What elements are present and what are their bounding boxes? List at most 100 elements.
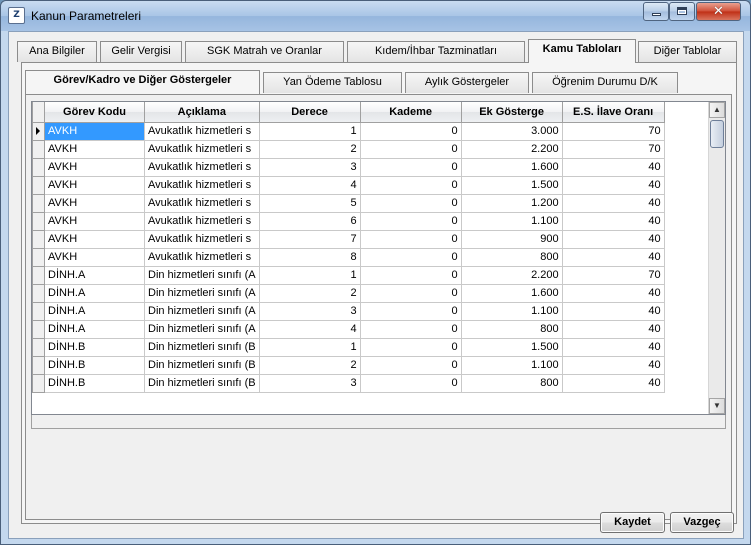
kademe-cell[interactable]: 0 (359, 139, 462, 159)
vertical-scrollbar[interactable]: ▲ ▼ (708, 102, 725, 414)
gorev-kodu-cell[interactable]: DİNH.B (44, 373, 145, 393)
es-ilave-orani-cell[interactable]: 40 (561, 301, 665, 321)
table-row[interactable]: AVKH Avukatlık hizmetleri s 3 0 1.600 40 (32, 157, 665, 177)
kademe-cell[interactable]: 0 (359, 373, 462, 393)
aciklama-cell[interactable]: Avukatlık hizmetleri s (144, 157, 260, 177)
row-indicator[interactable] (32, 211, 45, 231)
row-indicator[interactable] (32, 121, 45, 141)
gorev-kodu-cell[interactable]: DİNH.A (44, 301, 145, 321)
row-indicator[interactable] (32, 175, 45, 195)
tab-kidem-ihbar[interactable]: Kıdem/İhbar Tazminatları (347, 41, 525, 62)
kademe-cell[interactable]: 0 (359, 355, 462, 375)
es-ilave-orani-cell[interactable]: 40 (561, 229, 665, 249)
derece-cell[interactable]: 2 (258, 355, 361, 375)
table-row[interactable]: AVKH Avukatlık hizmetleri s 6 0 1.100 40 (32, 211, 665, 231)
tab-kamu-tablolari[interactable]: Kamu Tabloları (528, 39, 636, 63)
aciklama-cell[interactable]: Din hizmetleri sınıfı (A (144, 319, 260, 339)
maximize-button[interactable] (669, 2, 695, 21)
row-indicator[interactable] (32, 157, 45, 177)
es-ilave-orani-cell[interactable]: 40 (561, 355, 665, 375)
table-row[interactable]: AVKH Avukatlık hizmetleri s 4 0 1.500 40 (32, 175, 665, 195)
aciklama-cell[interactable]: Avukatlık hizmetleri s (144, 229, 260, 249)
tab-gelir-vergisi[interactable]: Gelir Vergisi (100, 41, 182, 62)
close-button[interactable]: ✕ (696, 2, 741, 21)
row-indicator[interactable] (32, 373, 45, 393)
es-ilave-orani-cell[interactable]: 40 (561, 337, 665, 357)
kademe-cell[interactable]: 0 (359, 301, 462, 321)
scroll-thumb[interactable] (710, 120, 724, 148)
derece-cell[interactable]: 2 (258, 139, 361, 159)
kademe-cell[interactable]: 0 (359, 157, 462, 177)
column-header-derece[interactable]: Derece (258, 102, 361, 123)
tab-diger-tablolar[interactable]: Diğer Tablolar (638, 41, 737, 62)
gorev-kodu-cell[interactable]: AVKH (44, 175, 145, 195)
es-ilave-orani-cell[interactable]: 40 (561, 319, 665, 339)
aciklama-cell[interactable]: Avukatlık hizmetleri s (144, 247, 260, 267)
kademe-cell[interactable]: 0 (359, 265, 462, 285)
kademe-cell[interactable]: 0 (359, 229, 462, 249)
aciklama-cell[interactable]: Avukatlık hizmetleri s (144, 139, 260, 159)
ek-gosterge-cell[interactable]: 2.200 (460, 139, 563, 159)
row-indicator[interactable] (32, 319, 45, 339)
derece-cell[interactable]: 5 (258, 193, 361, 213)
gorev-kodu-cell[interactable]: AVKH (44, 211, 145, 231)
tab-ana-bilgiler[interactable]: Ana Bilgiler (17, 41, 97, 62)
row-indicator[interactable] (32, 355, 45, 375)
ek-gosterge-cell[interactable]: 2.200 (460, 265, 563, 285)
table-row[interactable]: DİNH.B Din hizmetleri sınıfı (B 2 0 1.100 40 (32, 355, 665, 375)
table-row[interactable]: DİNH.A Din hizmetleri sınıfı (A 3 0 1.100 40 (32, 301, 665, 321)
es-ilave-orani-cell[interactable]: 40 (561, 247, 665, 267)
ek-gosterge-cell[interactable]: 3.000 (460, 121, 563, 141)
ek-gosterge-cell[interactable]: 800 (460, 247, 563, 267)
kademe-cell[interactable]: 0 (359, 193, 462, 213)
gorev-kodu-cell[interactable]: AVKH (44, 157, 145, 177)
row-indicator[interactable] (32, 301, 45, 321)
table-row[interactable]: DİNH.A Din hizmetleri sınıfı (A 1 0 2.200 70 (32, 265, 665, 285)
es-ilave-orani-cell[interactable]: 70 (561, 265, 665, 285)
column-header-ek-gosterge[interactable]: Ek Gösterge (460, 102, 563, 123)
ek-gosterge-cell[interactable]: 900 (460, 229, 563, 249)
data-grid[interactable]: Görev Kodu Açıklama Derece Kademe Ek Gös… (31, 101, 726, 415)
ek-gosterge-cell[interactable]: 1.600 (460, 283, 563, 303)
table-row[interactable]: DİNH.A Din hizmetleri sınıfı (A 4 0 800 40 (32, 319, 665, 339)
row-indicator[interactable] (32, 337, 45, 357)
scroll-down-button[interactable]: ▼ (709, 398, 725, 414)
save-button[interactable]: Kaydet (600, 512, 665, 533)
tab-yan-odeme[interactable]: Yan Ödeme Tablosu (263, 72, 402, 93)
aciklama-cell[interactable]: Din hizmetleri sınıfı (A (144, 283, 260, 303)
gorev-kodu-cell[interactable]: DİNH.A (44, 265, 145, 285)
aciklama-cell[interactable]: Din hizmetleri sınıfı (B (144, 355, 260, 375)
gorev-kodu-cell[interactable]: AVKH (44, 247, 145, 267)
es-ilave-orani-cell[interactable]: 40 (561, 175, 665, 195)
ek-gosterge-cell[interactable]: 1.100 (460, 301, 563, 321)
title-bar[interactable]: Z Kanun Parametreleri ✕ (1, 1, 750, 31)
row-indicator[interactable] (32, 265, 45, 285)
table-row[interactable]: AVKH Avukatlık hizmetleri s 2 0 2.200 70 (32, 139, 665, 159)
table-row[interactable]: AVKH Avukatlık hizmetleri s 7 0 900 40 (32, 229, 665, 249)
kademe-cell[interactable]: 0 (359, 337, 462, 357)
row-indicator[interactable] (32, 229, 45, 249)
es-ilave-orani-cell[interactable]: 70 (561, 139, 665, 159)
ek-gosterge-cell[interactable]: 1.100 (460, 355, 563, 375)
gorev-kodu-cell[interactable]: DİNH.B (44, 337, 145, 357)
derece-cell[interactable]: 4 (258, 175, 361, 195)
kademe-cell[interactable]: 0 (359, 175, 462, 195)
derece-cell[interactable]: 8 (258, 247, 361, 267)
column-header-gorev-kodu[interactable]: Görev Kodu (44, 102, 145, 123)
minimize-button[interactable] (643, 2, 669, 21)
table-row[interactable]: AVKH Avukatlık hizmetleri s 8 0 800 40 (32, 247, 665, 267)
table-row[interactable]: AVKH Avukatlık hizmetleri s 5 0 1.200 40 (32, 193, 665, 213)
gorev-kodu-cell[interactable]: AVKH (44, 139, 145, 159)
aciklama-cell[interactable]: Din hizmetleri sınıfı (B (144, 373, 260, 393)
es-ilave-orani-cell[interactable]: 40 (561, 157, 665, 177)
ek-gosterge-cell[interactable]: 800 (460, 373, 563, 393)
derece-cell[interactable]: 3 (258, 373, 361, 393)
kademe-cell[interactable]: 0 (359, 211, 462, 231)
aciklama-cell[interactable]: Avukatlık hizmetleri s (144, 211, 260, 231)
cancel-button[interactable]: Vazgeç (670, 512, 734, 533)
kademe-cell[interactable]: 0 (359, 247, 462, 267)
derece-cell[interactable]: 4 (258, 319, 361, 339)
tab-aylik-gostergeler[interactable]: Aylık Göstergeler (405, 72, 529, 93)
gorev-kodu-cell[interactable]: DİNH.A (44, 283, 145, 303)
derece-cell[interactable]: 1 (258, 337, 361, 357)
